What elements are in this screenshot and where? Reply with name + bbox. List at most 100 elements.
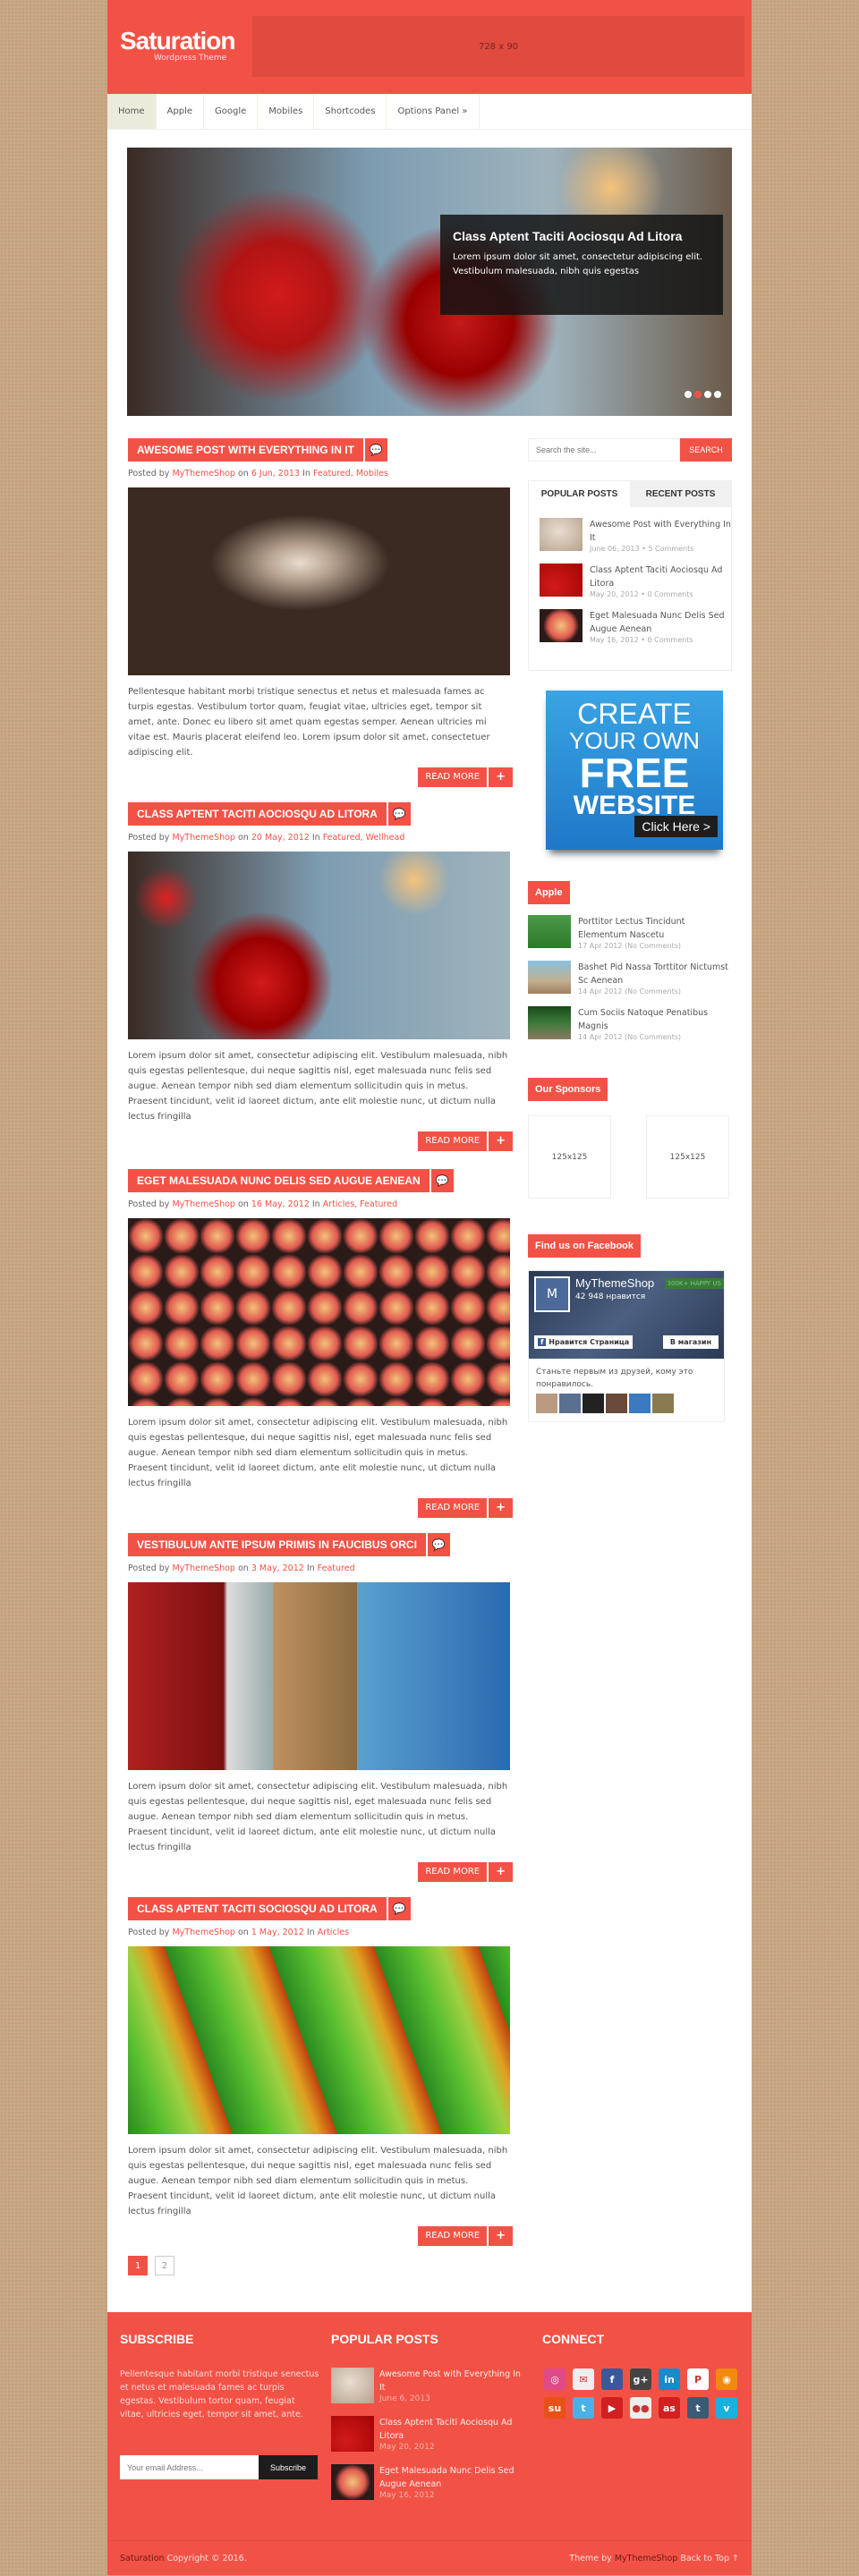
- dribbble-icon[interactable]: ◎: [544, 2368, 566, 2390]
- post-thumbnail[interactable]: [128, 487, 510, 675]
- subscribe-button[interactable]: Subscribe: [259, 2455, 318, 2479]
- plus-icon[interactable]: +: [489, 2226, 513, 2246]
- slider-dot[interactable]: [714, 391, 721, 398]
- read-more-button[interactable]: READ MORE: [418, 1131, 488, 1151]
- post-thumbnail[interactable]: [540, 518, 583, 551]
- fb-like-page-button[interactable]: f Нравится Страница: [534, 1335, 634, 1349]
- avatar[interactable]: [629, 1394, 651, 1413]
- post-date-link[interactable]: 16 May, 2012: [251, 1199, 310, 1209]
- slider-dot[interactable]: [704, 391, 711, 398]
- post-thumbnail[interactable]: [128, 1218, 510, 1406]
- read-more-button[interactable]: READ MORE: [418, 1498, 488, 1518]
- email-input[interactable]: [120, 2455, 259, 2479]
- post-date-link[interactable]: 1 May, 2012: [251, 1928, 304, 1937]
- popular-post-title[interactable]: Awesome Post with Everything In It: [590, 518, 731, 545]
- post-thumbnail[interactable]: [128, 852, 510, 1039]
- post-categories-link[interactable]: Articles: [318, 1928, 349, 1937]
- youtube-icon[interactable]: ▶: [601, 2397, 623, 2419]
- sponsor-ad-1[interactable]: 125x125: [528, 1115, 611, 1199]
- avatar[interactable]: [652, 1394, 674, 1413]
- search-button[interactable]: SEARCH: [680, 438, 732, 462]
- plus-icon[interactable]: +: [489, 1131, 513, 1151]
- footer-popular-item[interactable]: Awesome Post with Everything In It June 6…: [331, 2368, 528, 2403]
- fb-page-name[interactable]: MyThemeShop: [575, 1276, 654, 1290]
- post-thumbnail[interactable]: [331, 2368, 374, 2403]
- post-categories-link[interactable]: Articles, Featured: [323, 1199, 397, 1209]
- post-thumbnail[interactable]: [331, 2464, 374, 2500]
- comments-icon[interactable]: 💬: [427, 1533, 450, 1556]
- post-date-link[interactable]: 3 May, 2012: [251, 1563, 304, 1573]
- post-thumbnail[interactable]: [128, 1582, 510, 1770]
- email-icon[interactable]: ✉: [573, 2368, 594, 2390]
- comments-icon[interactable]: 💬: [430, 1169, 454, 1192]
- footer-popular-item[interactable]: Eget Malesuada Nunc Delis Sed Augue Aene…: [331, 2464, 528, 2500]
- mythemeshop-cart-logo[interactable]: M: [534, 1276, 570, 1312]
- stumbleupon-icon[interactable]: su: [544, 2397, 566, 2419]
- linkedin-icon[interactable]: in: [659, 2368, 680, 2390]
- apple-post-title[interactable]: Cum Sociis Natoque Penatibus Magnis: [578, 1006, 732, 1033]
- read-more-button[interactable]: READ MORE: [418, 1862, 488, 1882]
- post-title[interactable]: EGET MALESUADA NUNC DELIS SED AUGUE AENE…: [128, 1169, 430, 1192]
- site-logo[interactable]: Saturation: [120, 27, 235, 55]
- post-thumbnail[interactable]: [540, 564, 583, 597]
- rss-icon[interactable]: ◉: [716, 2368, 737, 2390]
- apple-post-title[interactable]: Porttitor Lectus Tincidunt Elementum Nas…: [578, 915, 732, 942]
- popular-post-item[interactable]: Awesome Post with Everything In It June 0…: [540, 518, 731, 553]
- footer-post-title[interactable]: Eget Malesuada Nunc Delis Sed Augue Aene…: [379, 2464, 528, 2491]
- header-ad-banner[interactable]: 728 x 90: [252, 16, 744, 77]
- comments-icon[interactable]: 💬: [387, 1897, 411, 1920]
- plus-icon[interactable]: +: [489, 767, 513, 787]
- ad-click-here-button[interactable]: Click Here >: [634, 816, 718, 837]
- apple-post-title[interactable]: Bashet Pid Nassa Torttitor Nictumst Sc A…: [578, 961, 732, 987]
- post-date-link[interactable]: 6 Jun, 2013: [251, 469, 300, 479]
- footer-post-title[interactable]: Class Aptent Taciti Aociosqu Ad Litora: [379, 2416, 528, 2443]
- pinterest-icon[interactable]: P: [687, 2368, 709, 2390]
- slider-dot-active[interactable]: [694, 391, 702, 398]
- post-categories-link[interactable]: Featured: [318, 1563, 355, 1573]
- popular-post-item[interactable]: Eget Malesuada Nunc Delis Sed Augue Aene…: [540, 609, 731, 644]
- nav-google[interactable]: Google: [204, 94, 259, 129]
- tab-recent-posts[interactable]: RECENT POSTS: [630, 481, 731, 507]
- popular-post-item[interactable]: Class Aptent Taciti Aociosqu Ad Litora Ma…: [540, 564, 731, 598]
- vimeo-icon[interactable]: v: [716, 2397, 737, 2419]
- popular-post-title[interactable]: Class Aptent Taciti Aociosqu Ad Litora: [590, 564, 731, 590]
- nav-mobiles[interactable]: Mobiles: [258, 94, 315, 129]
- post-date-link[interactable]: 20 May, 2012: [251, 833, 310, 843]
- post-thumbnail[interactable]: [540, 609, 583, 642]
- tumblr-icon[interactable]: t: [687, 2397, 709, 2419]
- plus-icon[interactable]: +: [489, 1498, 513, 1518]
- nav-apple[interactable]: Apple: [157, 94, 204, 129]
- twitter-icon[interactable]: t: [573, 2397, 594, 2419]
- flickr-icon[interactable]: ●●: [630, 2397, 651, 2419]
- popular-post-title[interactable]: Eget Malesuada Nunc Delis Sed Augue Aene…: [590, 609, 731, 636]
- comments-icon[interactable]: 💬: [364, 438, 387, 462]
- fb-shop-button[interactable]: В магазин: [662, 1335, 719, 1349]
- post-author-link[interactable]: MyThemeShop: [172, 1928, 234, 1937]
- post-author-link[interactable]: MyThemeShop: [172, 833, 234, 843]
- post-categories-link[interactable]: Featured, Mobiles: [313, 469, 388, 479]
- footer-popular-item[interactable]: Class Aptent Taciti Aociosqu Ad Litora Ma…: [331, 2416, 528, 2452]
- nav-shortcodes[interactable]: Shortcodes: [314, 94, 387, 129]
- post-thumbnail[interactable]: [128, 1946, 510, 2134]
- avatar[interactable]: [606, 1394, 627, 1413]
- read-more-button[interactable]: READ MORE: [418, 767, 488, 787]
- post-author-link[interactable]: MyThemeShop: [172, 1563, 234, 1573]
- apple-post-item[interactable]: Porttitor Lectus Tincidunt Elementum Nas…: [528, 915, 732, 950]
- avatar[interactable]: [536, 1394, 557, 1413]
- read-more-button[interactable]: READ MORE: [418, 2226, 488, 2246]
- post-thumbnail[interactable]: [528, 961, 571, 994]
- footer-site-link[interactable]: Saturation: [120, 2554, 165, 2563]
- post-author-link[interactable]: MyThemeShop: [172, 469, 234, 479]
- post-thumbnail[interactable]: [331, 2416, 374, 2452]
- post-author-link[interactable]: MyThemeShop: [172, 1199, 234, 1209]
- google-plus-icon[interactable]: g+: [630, 2368, 651, 2390]
- post-title[interactable]: CLASS APTENT TACITI SOCIOSQU AD LITORA: [128, 1897, 387, 1920]
- apple-post-item[interactable]: Cum Sociis Natoque Penatibus Magnis 14 Ap…: [528, 1006, 732, 1041]
- slider-dot[interactable]: [685, 391, 692, 398]
- post-thumbnail[interactable]: [528, 1006, 571, 1039]
- post-title[interactable]: CLASS APTENT TACITI AOCIOSQU AD LITORA: [128, 802, 387, 826]
- comments-icon[interactable]: 💬: [387, 802, 411, 826]
- page-1[interactable]: 1: [128, 2256, 148, 2275]
- create-website-ad[interactable]: CREATE YOUR OWN FREE WEBSITE Click Here …: [546, 691, 723, 850]
- apple-post-item[interactable]: Bashet Pid Nassa Torttitor Nictumst Sc A…: [528, 961, 732, 996]
